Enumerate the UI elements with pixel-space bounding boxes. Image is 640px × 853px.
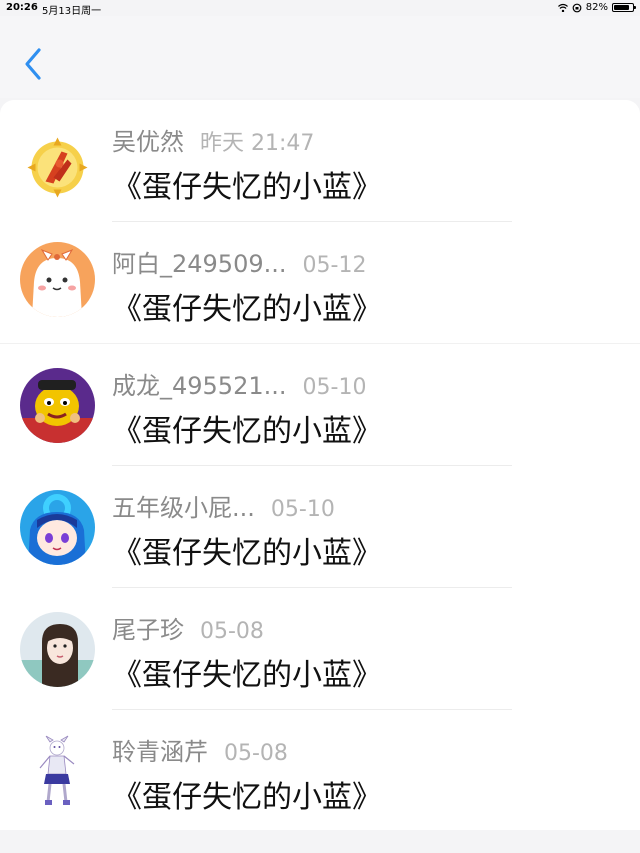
nav-bar [0, 16, 640, 98]
message-time: 05-12 [302, 253, 367, 278]
chevron-left-icon [25, 48, 41, 80]
battery-level [614, 5, 629, 10]
message-time: 05-10 [302, 375, 367, 400]
back-button[interactable] [22, 46, 46, 82]
avatar-image [20, 242, 95, 317]
sender-name: 聆青涵芹 [112, 738, 208, 766]
message-preview: 《蛋仔失忆的小蓝》 [112, 780, 382, 815]
message-time: 05-08 [200, 619, 264, 644]
sender-name: 吴优然 [112, 128, 184, 156]
status-time: 20:26 [6, 2, 38, 13]
avatar [20, 130, 95, 205]
orientation-lock-icon [572, 3, 582, 12]
conversation-list: 吴优然 昨天 21:47 《蛋仔失忆的小蓝》 阿白_249509... 05-1… [0, 100, 640, 830]
message-time: 05-08 [224, 741, 288, 766]
message-preview: 《蛋仔失忆的小蓝》 [112, 658, 382, 693]
message-preview: 《蛋仔失忆的小蓝》 [112, 292, 382, 327]
avatar [20, 490, 95, 565]
list-item[interactable]: 吴优然 昨天 21:47 《蛋仔失忆的小蓝》 [0, 100, 640, 222]
sender-name: 成龙_495521... [112, 372, 287, 400]
avatar [20, 612, 95, 687]
list-item[interactable]: 尾子珍 05-08 《蛋仔失忆的小蓝》 [0, 588, 640, 710]
item-header: 聆青涵芹 05-08 [112, 732, 288, 766]
battery-icon [612, 3, 636, 12]
avatar-image [20, 368, 95, 443]
message-preview: 《蛋仔失忆的小蓝》 [112, 414, 382, 449]
item-header: 成龙_495521... 05-10 [112, 366, 367, 400]
message-time: 05-10 [270, 497, 335, 522]
sender-name: 阿白_249509... [112, 250, 287, 278]
status-bar: 20:26 5月13日周一 82% [0, 0, 640, 17]
avatar-image [20, 130, 95, 205]
list-item[interactable]: 聆青涵芹 05-08 《蛋仔失忆的小蓝》 [0, 710, 640, 832]
avatar [20, 368, 95, 443]
avatar-image [20, 734, 95, 809]
item-header: 吴优然 昨天 21:47 [112, 122, 315, 156]
battery-percent: 82% [585, 2, 608, 13]
avatar [20, 242, 95, 317]
avatar-image [20, 612, 95, 687]
list-item[interactable]: 五年级小屁... 05-10 《蛋仔失忆的小蓝》 [0, 466, 640, 588]
item-header: 阿白_249509... 05-12 [112, 244, 367, 278]
message-time: 昨天 21:47 [200, 131, 315, 156]
message-preview: 《蛋仔失忆的小蓝》 [112, 170, 382, 205]
status-date: 5月13日周一 [42, 6, 102, 17]
message-preview: 《蛋仔失忆的小蓝》 [112, 536, 382, 571]
item-header: 尾子珍 05-08 [112, 610, 264, 644]
avatar [20, 734, 95, 809]
status-right: 82% [557, 2, 636, 13]
sender-name: 五年级小屁... [112, 494, 255, 522]
avatar-image [20, 490, 95, 565]
signal-icon [557, 3, 568, 12]
list-item[interactable]: 成龙_495521... 05-10 《蛋仔失忆的小蓝》 [0, 344, 640, 466]
item-header: 五年级小屁... 05-10 [112, 488, 335, 522]
list-item[interactable]: 阿白_249509... 05-12 《蛋仔失忆的小蓝》 [0, 222, 640, 344]
sender-name: 尾子珍 [112, 616, 184, 644]
